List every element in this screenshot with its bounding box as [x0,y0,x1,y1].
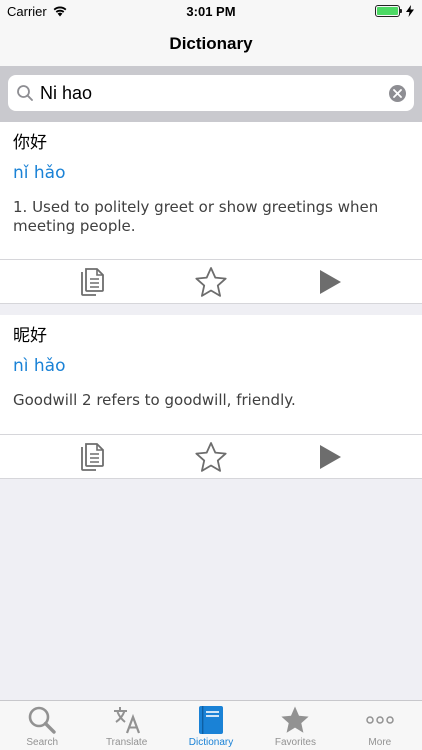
status-right [375,5,414,17]
search-icon [17,85,33,101]
search-area [0,66,422,122]
copy-button[interactable] [67,262,117,302]
entry-content: 昵好 nì hǎo Goodwill 2 refers to goodwill,… [0,315,422,410]
entry-definition: 1. Used to politely greet or show greeti… [13,198,379,235]
tab-label: Search [26,737,59,748]
tab-label: More [368,737,392,748]
entry-actions [0,434,422,478]
status-left: Carrier [7,4,68,19]
carrier-label: Carrier [7,3,47,19]
star-icon [195,266,227,297]
nav-bar: Dictionary [0,22,422,66]
play-icon [320,269,342,294]
tab-bar: Search Translate Dictionary Favorites Mo… [0,700,422,750]
tab-translate[interactable]: Translate [84,701,168,750]
play-icon [320,444,342,469]
book-icon [199,706,224,734]
entry-pinyin: nǐ hǎo [13,163,66,183]
play-button[interactable] [305,437,355,477]
tab-favorites[interactable]: Favorites [253,701,337,750]
battery-icon [375,5,402,17]
entry-content: 你好 nǐ hǎo 1. Used to politely greet or s… [0,122,422,236]
entry-word: 昵好 [13,326,47,346]
search-input[interactable] [40,82,389,104]
battery-level [377,7,398,15]
search-icon [28,706,56,734]
tab-more[interactable]: More [338,701,422,750]
entry-actions [0,259,422,303]
entry-pinyin: nì hǎo [13,356,66,376]
wifi-icon [53,6,67,17]
entry-definition: Goodwill 2 refers to goodwill, friendly. [13,391,296,409]
play-button[interactable] [305,262,355,302]
star-icon [195,441,227,472]
more-icon [366,716,394,724]
clear-search-button[interactable] [389,84,406,102]
copy-icon [80,267,104,296]
close-icon [393,88,402,98]
tab-search[interactable]: Search [0,701,84,750]
favorite-button[interactable] [186,437,236,477]
tab-label: Dictionary [188,737,234,748]
translate-icon [113,707,140,734]
tab-dictionary[interactable]: Dictionary [169,701,253,750]
tab-label: Translate [105,737,148,748]
page-title: Dictionary [169,34,253,53]
tab-label: Favorites [274,737,316,748]
star-icon [281,706,310,733]
copy-button[interactable] [67,437,117,477]
charging-icon [406,5,414,17]
search-box[interactable] [8,75,414,111]
copy-icon [80,442,104,471]
dictionary-entry: 昵好 nì hǎo Goodwill 2 refers to goodwill,… [0,315,422,479]
dictionary-entry: 你好 nǐ hǎo 1. Used to politely greet or s… [0,122,422,304]
status-bar: Carrier 3:01 PM [0,0,422,22]
favorite-button[interactable] [186,262,236,302]
entry-word: 你好 [13,133,47,153]
